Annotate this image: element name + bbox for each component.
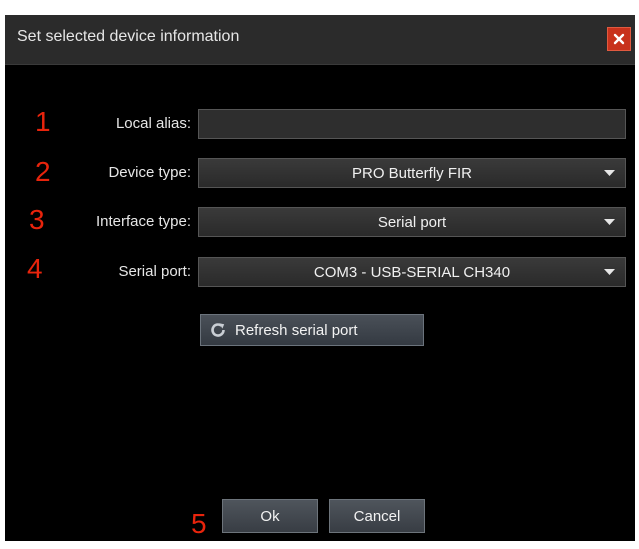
chevron-down-icon (604, 170, 615, 176)
serial-port-select[interactable]: COM3 - USB-SERIAL CH340 (198, 257, 626, 287)
local-alias-input[interactable] (198, 109, 626, 139)
interface-type-select[interactable]: Serial port (198, 207, 626, 237)
serial-port-value: COM3 - USB-SERIAL CH340 (313, 263, 511, 281)
local-alias-label: Local alias: (115, 115, 191, 132)
device-type-select[interactable]: PRO Butterfly FIR (198, 158, 626, 188)
chevron-down-icon (604, 269, 615, 275)
chevron-down-icon (604, 219, 615, 225)
close-icon (613, 33, 625, 45)
cancel-button[interactable]: Cancel (329, 499, 425, 533)
refresh-serial-port-button[interactable]: Refresh serial port (200, 314, 424, 346)
dialog-title: Set selected device information (17, 28, 240, 45)
interface-type-value: Serial port (377, 213, 447, 231)
title-bar[interactable]: Set selected device information (5, 15, 635, 65)
close-button[interactable] (607, 27, 631, 51)
ok-button[interactable]: Ok (222, 499, 318, 533)
device-type-value: PRO Butterfly FIR (351, 164, 473, 182)
refresh-icon (209, 321, 227, 339)
interface-type-label: Interface type: (95, 213, 191, 230)
dialog-window: Set selected device information 1 Local … (5, 15, 635, 541)
refresh-serial-port-label: Refresh serial port (235, 321, 358, 339)
cancel-label: Cancel (353, 507, 401, 525)
annotation-number-5: 5 (191, 508, 207, 539)
ok-label: Ok (260, 507, 280, 525)
serial-port-label: Serial port: (118, 263, 191, 280)
device-type-label: Device type: (108, 164, 191, 181)
